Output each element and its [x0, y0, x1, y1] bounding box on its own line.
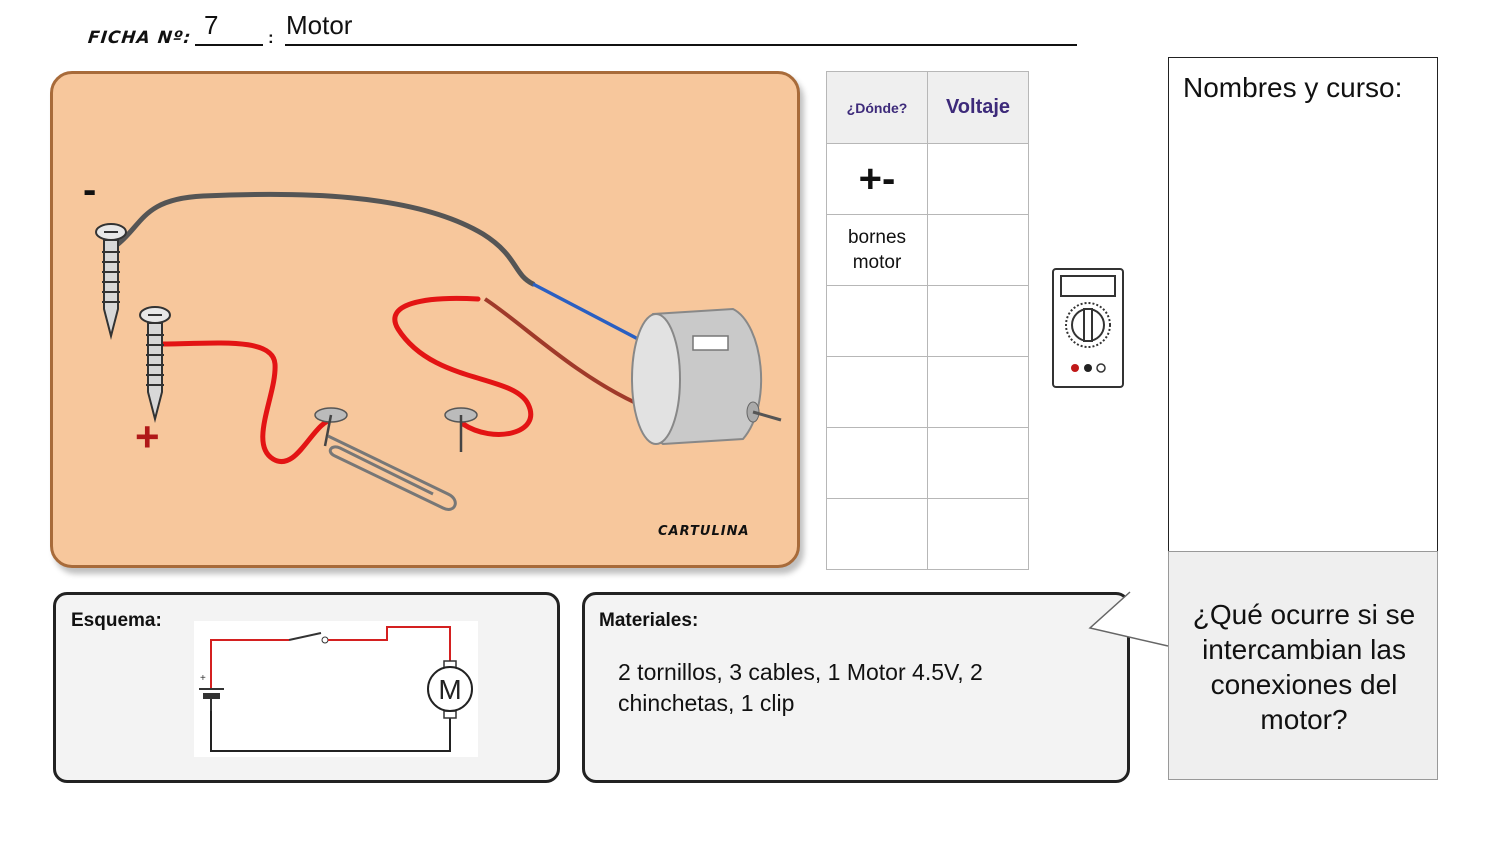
- cell-voltage[interactable]: [927, 427, 1029, 499]
- table-row: [826, 285, 1029, 357]
- cell-where[interactable]: +-: [826, 143, 928, 215]
- question-box: ¿Qué ocurre si se intercambian las conex…: [1168, 551, 1438, 780]
- cell-voltage[interactable]: [927, 143, 1029, 215]
- blue-wire-lead: [532, 282, 639, 341]
- cell-where[interactable]: [826, 498, 928, 570]
- table-row: bornes motor: [826, 214, 1029, 286]
- plus-screw: [139, 306, 171, 423]
- table-row: [826, 356, 1029, 428]
- cell-voltage[interactable]: [927, 498, 1029, 570]
- ficha-label: FICHA Nº:: [86, 28, 193, 48]
- header-voltaje: Voltaje: [927, 71, 1029, 144]
- cell-voltage[interactable]: [927, 356, 1029, 428]
- esquema-label: Esquema:: [71, 610, 162, 631]
- circuit-board: - + CARTULINA: [50, 71, 800, 568]
- circuit-schematic: + M: [194, 621, 478, 757]
- header-donde: ¿Dónde?: [826, 71, 928, 144]
- cell-voltage[interactable]: [927, 214, 1029, 286]
- minus-sign: -: [83, 168, 97, 212]
- header-separator: :: [268, 28, 274, 47]
- circuit-illustration: [95, 191, 782, 511]
- measurement-table: ¿Dónde? Voltaje +- bornes motor: [826, 71, 1029, 570]
- names-box[interactable]: Nombres y curso:: [1168, 57, 1438, 552]
- materiales-text: 2 tornillos, 3 cables, 1 Motor 4.5V, 2 c…: [618, 659, 983, 716]
- cell-where[interactable]: [826, 285, 928, 357]
- paper-clip: [327, 434, 457, 511]
- red-wire-1: [155, 340, 338, 464]
- callout-pointer: [1088, 591, 1169, 647]
- multimeter-icon: [1052, 268, 1124, 388]
- ficha-number-line: [195, 44, 263, 46]
- table-row: [826, 427, 1029, 499]
- plus-sign: +: [135, 413, 160, 460]
- page-title[interactable]: Motor: [286, 10, 352, 41]
- esquema-box: Esquema: + M: [53, 592, 560, 783]
- table-header-row: ¿Dónde? Voltaje: [826, 71, 1029, 144]
- cartulina-label: CARTULINA: [658, 524, 750, 539]
- table-row: +-: [826, 143, 1029, 215]
- motor-symbol-label: M: [438, 674, 461, 705]
- cell-where[interactable]: [826, 427, 928, 499]
- title-line: [285, 44, 1077, 46]
- cell-where[interactable]: bornes motor: [826, 214, 928, 286]
- names-label: Nombres y curso:: [1183, 72, 1403, 103]
- table-row: [826, 498, 1029, 570]
- materiales-box: Materiales: 2 tornillos, 3 cables, 1 Mot…: [582, 592, 1130, 783]
- battery-plus-symbol: +: [200, 673, 206, 684]
- gray-wire: [115, 191, 536, 287]
- ficha-number[interactable]: 7: [204, 10, 218, 41]
- cell-voltage[interactable]: [927, 285, 1029, 357]
- cell-where[interactable]: [826, 356, 928, 428]
- materiales-label: Materiales:: [599, 610, 699, 631]
- motor-illustration: [631, 307, 782, 446]
- battery-symbol: [203, 693, 220, 699]
- question-text: ¿Qué ocurre si se intercambian las conex…: [1192, 599, 1416, 735]
- cell-where-text: bornes motor: [847, 227, 907, 273]
